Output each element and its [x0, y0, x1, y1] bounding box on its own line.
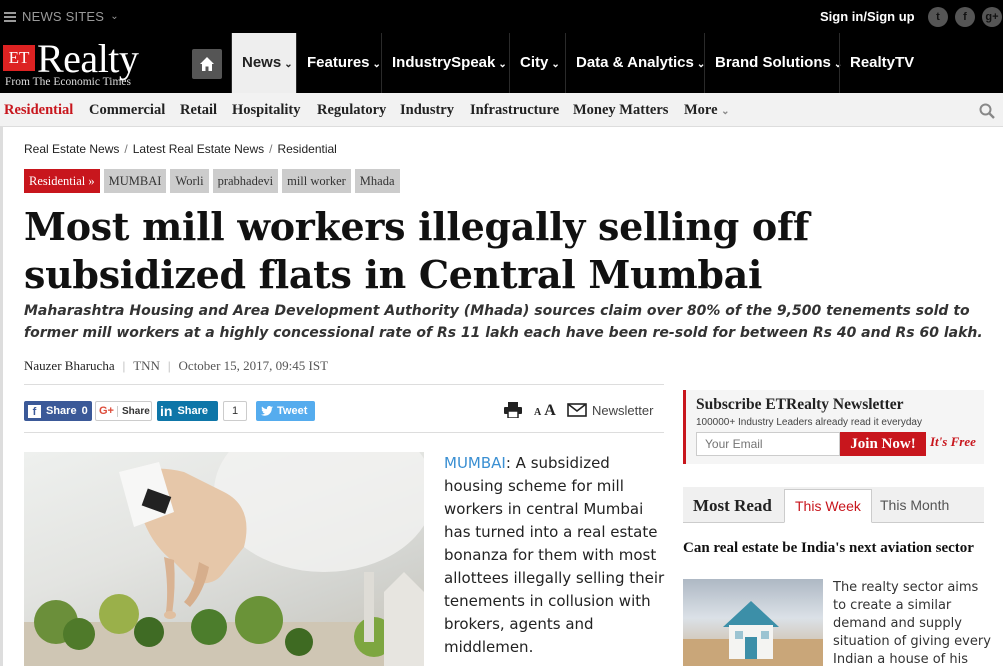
tab-this-month[interactable]: This Month: [870, 489, 959, 523]
chevron-down-icon: ⌄: [372, 59, 381, 70]
divider: [24, 384, 664, 385]
article-image: [24, 452, 424, 666]
newsletter-title: Subscribe ETRealty Newsletter: [696, 396, 904, 413]
author-name[interactable]: Nauzer Bharucha: [24, 358, 115, 373]
top-bar: NEWS SITES ⌄ Sign in/Sign up t f g+: [0, 0, 1003, 33]
tag-prabhadevi[interactable]: prabhadevi: [212, 169, 279, 193]
byline: Nauzer Bharucha | TNN | October 15, 2017, 09…: [24, 358, 329, 373]
most-read-thumbnail[interactable]: [683, 579, 823, 666]
breadcrumb-item[interactable]: Latest Real Estate News: [133, 142, 264, 156]
main-nav: ET Realty From The Economic Times News ⌄ …: [0, 33, 1003, 93]
subnav-regulatory[interactable]: Regulatory: [317, 102, 386, 119]
newsletter-link[interactable]: Newsletter: [592, 403, 653, 418]
tweet-button[interactable]: Tweet: [256, 401, 315, 421]
signin-link[interactable]: Sign in/Sign up: [820, 9, 915, 24]
subnav-retail[interactable]: Retail: [180, 102, 217, 119]
most-read-headline[interactable]: Can real estate be India's next aviation…: [683, 539, 983, 557]
house-model-image: [683, 601, 823, 666]
facebook-share-button[interactable]: f Share 0: [24, 401, 92, 421]
chevron-down-icon: ⌄: [284, 59, 293, 70]
page-edge: [0, 127, 3, 666]
most-read-description: The realty sector aims to create a simil…: [833, 580, 991, 667]
nav-city[interactable]: City ⌄: [509, 33, 565, 93]
tag-residential[interactable]: Residential »: [24, 169, 100, 193]
subnav-residential[interactable]: Residential: [4, 102, 73, 119]
google-plus-share-button[interactable]: G+ Share: [95, 401, 152, 421]
article-source: TNN: [133, 358, 160, 373]
hamburger-icon: [4, 11, 16, 22]
tag-worli[interactable]: Worli: [170, 169, 209, 193]
etrealty-logo[interactable]: ET Realty From The Economic Times: [3, 36, 173, 89]
free-badge: It's Free: [930, 434, 976, 449]
chevron-down-icon: ⌄: [551, 59, 560, 70]
home-icon: [200, 57, 214, 71]
linkedin-share-count: 1: [223, 401, 247, 421]
subnav-commercial[interactable]: Commercial: [89, 102, 165, 119]
chevron-down-icon: ⌄: [110, 11, 119, 22]
mail-icon[interactable]: [567, 403, 587, 417]
divider: [24, 432, 664, 433]
subnav-hospitality[interactable]: Hospitality: [232, 102, 300, 119]
print-icon[interactable]: [504, 402, 522, 418]
newsletter-box: Subscribe ETRealty Newsletter 100000+ In…: [683, 390, 984, 464]
tag-mumbai[interactable]: MUMBAI: [103, 169, 167, 193]
article-headline: Most mill workers illegally selling off …: [24, 204, 810, 297]
chevron-down-icon: ⌄: [721, 106, 730, 117]
breadcrumb-item[interactable]: Residential: [277, 142, 336, 156]
logo-tagline: From The Economic Times: [5, 76, 131, 88]
tag-mhada[interactable]: Mhada: [354, 169, 400, 193]
nav-features[interactable]: Features ⌄: [296, 33, 381, 93]
news-sites-label: NEWS SITES: [22, 9, 105, 24]
join-now-button[interactable]: Join Now!: [840, 432, 926, 456]
nav-news[interactable]: News ⌄: [231, 33, 296, 93]
newsletter-subtitle: 100000+ Industry Leaders already read it…: [696, 417, 922, 428]
hand-placing-trees-illustration: [24, 452, 424, 666]
logo-et: ET: [3, 45, 35, 71]
nav-realtytv[interactable]: RealtyTV: [839, 33, 921, 93]
chevron-down-icon: ⌄: [498, 59, 507, 70]
breadcrumb: Real Estate News / Latest Real Estate News…: [24, 142, 337, 156]
subnav-more[interactable]: More ⌄: [684, 102, 730, 119]
most-read-title: Most Read: [693, 496, 772, 515]
search-icon[interactable]: [979, 103, 995, 119]
google-plus-icon: G+: [99, 405, 114, 417]
sub-nav: Residential Commercial Retail Hospitalit…: [0, 93, 1003, 127]
home-button[interactable]: [192, 49, 222, 79]
facebook-icon[interactable]: f: [955, 7, 975, 27]
most-read-header: Most Read This Week This Month: [683, 487, 984, 523]
tag-list: Residential » MUMBAI Worli prabhadevi mi…: [24, 169, 400, 193]
tag-mill-worker[interactable]: mill worker: [282, 169, 351, 193]
article-date: October 15, 2017, 09:45 IST: [178, 358, 329, 373]
subnav-money-matters[interactable]: Money Matters: [573, 102, 668, 119]
linkedin-icon: in: [160, 403, 173, 419]
article-body-text: : A subsidized housing scheme for mill w…: [444, 454, 665, 656]
article-summary: Maharashtra Housing and Area Development…: [24, 303, 983, 341]
logo-name: Realty: [37, 36, 139, 81]
dateline-location[interactable]: MUMBAI: [444, 454, 506, 472]
breadcrumb-item[interactable]: Real Estate News: [24, 142, 119, 156]
google-plus-icon[interactable]: g+: [982, 7, 1002, 27]
nav-industryspeak[interactable]: IndustrySpeak ⌄: [381, 33, 509, 93]
email-field[interactable]: [696, 432, 840, 456]
tab-this-week[interactable]: This Week: [784, 489, 872, 523]
twitter-icon: [261, 406, 273, 416]
font-size-toggle[interactable]: AA: [534, 402, 556, 420]
subnav-industry[interactable]: Industry: [400, 102, 454, 119]
subnav-infrastructure[interactable]: Infrastructure: [470, 102, 559, 119]
article-body: MUMBAI: A subsidized housing scheme for …: [444, 452, 666, 659]
news-sites-menu[interactable]: NEWS SITES ⌄: [4, 9, 119, 24]
facebook-icon: f: [28, 404, 41, 418]
nav-brand-solutions[interactable]: Brand Solutions ⌄: [704, 33, 842, 93]
nav-data-analytics[interactable]: Data & Analytics ⌄: [565, 33, 705, 93]
twitter-icon[interactable]: t: [928, 7, 948, 27]
linkedin-share-button[interactable]: in Share: [157, 401, 218, 421]
